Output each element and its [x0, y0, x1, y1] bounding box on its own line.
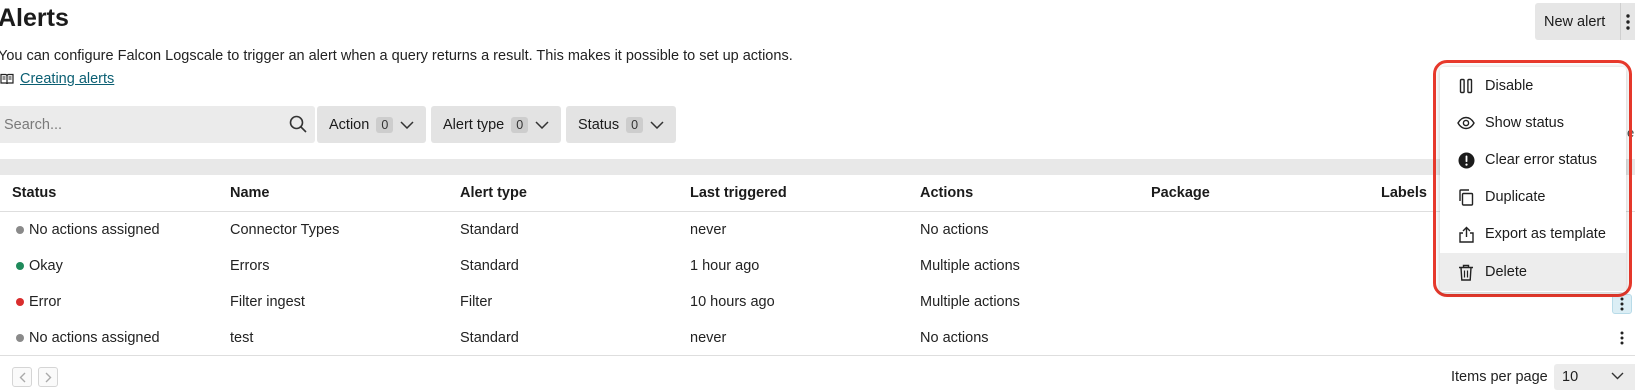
filter-label: Action: [329, 116, 370, 133]
column-header-package[interactable]: Package: [1151, 175, 1210, 211]
menu-item-export-as-template[interactable]: Export as template: [1440, 215, 1626, 253]
filter-count-badge: 0: [626, 116, 644, 133]
menu-item-delete[interactable]: Delete: [1440, 253, 1626, 291]
table-row[interactable]: No actions assigned test Standard never …: [0, 320, 1635, 356]
table-row[interactable]: Error Filter ingest Filter 10 hours ago …: [0, 284, 1635, 320]
items-per-page-label: Items per page: [1451, 369, 1548, 385]
row-menu-button[interactable]: [1612, 328, 1632, 348]
eye-icon: [1456, 113, 1476, 133]
menu-item-label: Duplicate: [1485, 189, 1546, 205]
alert-type: Standard: [460, 222, 519, 238]
status-cell: Okay: [16, 248, 63, 284]
chevron-down-icon: [400, 120, 414, 129]
status-text: No actions assigned: [29, 222, 160, 238]
column-header-labels[interactable]: Labels: [1381, 175, 1427, 211]
alert-name[interactable]: Errors: [230, 248, 269, 284]
menu-item-disable[interactable]: Disable: [1440, 67, 1626, 105]
status-dot: [16, 298, 24, 306]
creating-alerts-link[interactable]: Creating alerts: [20, 71, 114, 87]
status-text: Error: [29, 294, 62, 310]
share-icon: [1456, 224, 1476, 244]
filter-label: Alert type: [443, 116, 505, 133]
alert-type: Standard: [460, 258, 519, 274]
row-menu-button[interactable]: [1612, 294, 1632, 314]
page-description: You can configure Falcon Logscale to tri…: [0, 48, 793, 64]
action-filter-button[interactable]: Action 0: [317, 106, 427, 143]
table-row[interactable]: No actions assigned Connector Types Stan…: [0, 212, 1635, 248]
column-header-status[interactable]: Status: [12, 175, 56, 211]
status-dot: [16, 334, 24, 342]
pause-icon: [1456, 76, 1476, 96]
status-dot: [16, 262, 24, 270]
chevron-down-icon: [650, 120, 664, 129]
actions-summary: Multiple actions: [920, 258, 1020, 274]
actions-summary: No actions: [920, 222, 989, 238]
page-title: Alerts: [0, 4, 69, 32]
trash-icon: [1456, 262, 1476, 282]
actions-summary: Multiple actions: [920, 294, 1020, 310]
last-triggered: never: [690, 222, 727, 238]
status-filter-button[interactable]: Status 0: [566, 106, 677, 143]
table-bottom-border: [0, 355, 1635, 356]
status-dot: [16, 226, 24, 234]
row-context-menu: Disable Show status Clear error status D…: [1440, 67, 1626, 292]
column-header-actions[interactable]: Actions: [920, 175, 973, 211]
previous-page-button[interactable]: [12, 367, 32, 387]
status-cell: No actions assigned: [16, 320, 160, 356]
items-per-page-select[interactable]: 10: [1554, 364, 1635, 390]
menu-item-show-status[interactable]: Show status: [1440, 104, 1626, 142]
chevron-right-icon: [45, 372, 51, 382]
search-input[interactable]: [4, 116, 274, 133]
column-header-name[interactable]: Name: [230, 175, 270, 211]
alert-type: Standard: [460, 330, 519, 346]
menu-item-clear-error-status[interactable]: Clear error status: [1440, 141, 1626, 179]
menu-item-label: Delete: [1485, 264, 1527, 280]
status-text: Okay: [29, 258, 63, 274]
alert-type: Filter: [460, 294, 493, 310]
alert-name[interactable]: Connector Types: [230, 212, 339, 248]
alert-circle-icon: [1456, 150, 1476, 170]
menu-item-label: Disable: [1485, 78, 1534, 94]
column-header-alert-type[interactable]: Alert type: [460, 175, 527, 211]
menu-item-label: Clear error status: [1485, 152, 1598, 168]
more-options-button[interactable]: [1620, 3, 1635, 40]
doc-link-row: Creating alerts: [0, 71, 114, 87]
column-header-last-triggered[interactable]: Last triggered: [690, 175, 787, 211]
table-toolbar-divider: [0, 159, 1635, 175]
chevron-down-icon: [1611, 372, 1624, 380]
table-row[interactable]: Okay Errors Standard 1 hour ago Multiple…: [0, 248, 1635, 284]
menu-item-duplicate[interactable]: Duplicate: [1440, 178, 1626, 216]
copy-icon: [1456, 187, 1476, 207]
alert-type-filter-button[interactable]: Alert type 0: [431, 106, 562, 143]
menu-item-label: Show status: [1485, 115, 1564, 131]
filter-count-badge: 0: [376, 116, 394, 133]
last-triggered: 10 hours ago: [690, 294, 775, 310]
next-page-button[interactable]: [38, 367, 58, 387]
kebab-icon: [1626, 13, 1630, 30]
last-triggered: 1 hour ago: [690, 258, 760, 274]
last-triggered: never: [690, 330, 727, 346]
menu-item-label: Export as template: [1485, 226, 1606, 242]
filter-count-badge: 0: [511, 116, 529, 133]
items-per-page-value: 10: [1562, 369, 1579, 385]
status-cell: No actions assigned: [16, 212, 160, 248]
status-text: No actions assigned: [29, 330, 160, 346]
alert-name[interactable]: Filter ingest: [230, 284, 305, 320]
table-header: Status Name Alert type Last triggered Ac…: [0, 175, 1635, 212]
actions-summary: No actions: [920, 330, 989, 346]
kebab-icon: [1620, 331, 1624, 345]
status-cell: Error: [16, 284, 61, 320]
search-icon[interactable]: [289, 115, 307, 138]
chevron-left-icon: [19, 372, 25, 382]
alert-name[interactable]: test: [230, 320, 253, 356]
filter-label: Status: [578, 116, 620, 133]
chevron-down-icon: [535, 120, 549, 129]
kebab-icon: [1620, 297, 1624, 311]
search-box: [0, 106, 315, 143]
book-icon: [0, 73, 14, 85]
